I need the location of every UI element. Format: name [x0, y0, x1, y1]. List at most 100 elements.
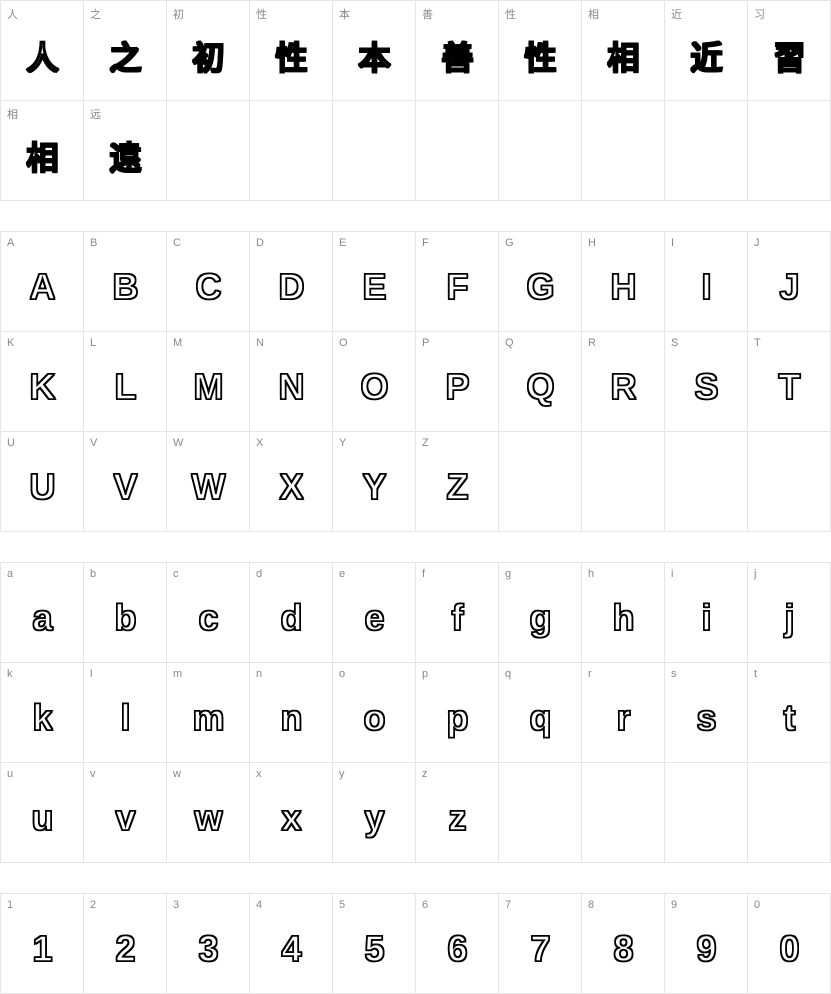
cell-label: o	[339, 668, 345, 680]
glyph-cell: QQ	[499, 332, 582, 432]
cell-label: Q	[505, 337, 514, 349]
cell-label: M	[173, 337, 182, 349]
cell-label: q	[505, 668, 511, 680]
glyph-display: q	[530, 697, 551, 739]
glyph-display: 5	[364, 928, 383, 970]
cell-label: H	[588, 237, 596, 249]
cell-label: 3	[173, 899, 179, 911]
empty-cell	[748, 101, 831, 201]
cell-label: w	[173, 768, 181, 780]
glyph-display: R	[611, 366, 636, 408]
glyph-display: J	[779, 266, 798, 308]
cell-label: 相	[7, 106, 18, 122]
glyph-cell: bb	[84, 563, 167, 663]
empty-cell	[167, 101, 250, 201]
glyph-cell: tt	[748, 663, 831, 763]
cell-label: 习	[754, 6, 765, 22]
cell-label: 7	[505, 899, 511, 911]
cell-label: R	[588, 337, 596, 349]
cell-label: G	[505, 237, 514, 249]
glyph-cell: uu	[1, 763, 84, 863]
glyph-cell: gg	[499, 563, 582, 663]
glyph-cell: 33	[167, 894, 250, 994]
glyph-cell: qq	[499, 663, 582, 763]
glyph-display: b	[115, 597, 136, 639]
cell-label: B	[90, 237, 97, 249]
glyph-cell: 44	[250, 894, 333, 994]
glyph-cell: 55	[333, 894, 416, 994]
glyph-display: S	[694, 366, 717, 408]
glyph-display: 2	[115, 928, 134, 970]
empty-cell	[582, 763, 665, 863]
glyph-display: A	[30, 266, 55, 308]
section-lowercase: aabbccddeeffgghhiijjkkllmmnnooppqqrrsstt…	[0, 562, 831, 863]
section-uppercase: AABBCCDDEEFFGGHHIIJJKKLLMMNNOOPPQQRRSSTT…	[0, 231, 831, 532]
glyph-cell: oo	[333, 663, 416, 763]
cell-label: X	[256, 437, 263, 449]
glyph-display: 6	[447, 928, 466, 970]
cell-label: g	[505, 568, 511, 580]
glyph-display: 人	[26, 33, 57, 79]
cell-label: 8	[588, 899, 594, 911]
cell-label: 相	[588, 6, 599, 22]
glyph-cell: yy	[333, 763, 416, 863]
glyph-cell: 77	[499, 894, 582, 994]
cell-label: y	[339, 768, 345, 780]
glyph-display: o	[364, 697, 385, 739]
glyph-cell: KK	[1, 332, 84, 432]
glyph-display: 遠	[109, 133, 140, 179]
glyph-cell: dd	[250, 563, 333, 663]
glyph-cell: CC	[167, 232, 250, 332]
glyph-display: 善	[441, 33, 472, 79]
glyph-display: u	[32, 797, 53, 839]
cell-label: 1	[7, 899, 13, 911]
glyph-cell: hh	[582, 563, 665, 663]
glyph-cell: YY	[333, 432, 416, 532]
cell-label: 性	[505, 6, 516, 22]
glyph-display: 之	[109, 33, 140, 79]
cell-label: J	[754, 237, 760, 249]
glyph-display: f	[452, 597, 463, 639]
glyph-display: w	[194, 797, 221, 839]
cell-label: 人	[7, 6, 18, 22]
glyph-display: Z	[447, 466, 468, 508]
empty-cell	[748, 432, 831, 532]
glyph-cell: 99	[665, 894, 748, 994]
empty-cell	[582, 432, 665, 532]
cell-label: A	[7, 237, 14, 249]
cell-label: K	[7, 337, 14, 349]
glyph-display: 初	[192, 33, 223, 79]
glyph-display: g	[530, 597, 551, 639]
glyph-display: X	[279, 466, 302, 508]
glyph-cell: 近近	[665, 1, 748, 101]
cell-label: U	[7, 437, 15, 449]
glyph-cell: ll	[84, 663, 167, 763]
glyph-display: K	[30, 366, 55, 408]
glyph-display: j	[784, 597, 793, 639]
cell-label: b	[90, 568, 96, 580]
glyph-display: 7	[530, 928, 549, 970]
glyph-display: v	[115, 797, 134, 839]
section-gap	[0, 863, 831, 893]
cell-label: 4	[256, 899, 262, 911]
glyph-display: 性	[275, 33, 306, 79]
empty-cell	[665, 101, 748, 201]
glyph-cell: ZZ	[416, 432, 499, 532]
cell-label: 远	[90, 106, 101, 122]
glyph-cell: jj	[748, 563, 831, 663]
glyph-display: B	[113, 266, 138, 308]
cell-label: S	[671, 337, 678, 349]
glyph-cell: FF	[416, 232, 499, 332]
glyph-cell: ee	[333, 563, 416, 663]
cell-label: F	[422, 237, 429, 249]
glyph-cell: NN	[250, 332, 333, 432]
glyph-display: D	[279, 266, 304, 308]
glyph-display: 9	[696, 928, 715, 970]
glyph-cell: 性性	[499, 1, 582, 101]
cell-label: e	[339, 568, 345, 580]
glyph-cell: UU	[1, 432, 84, 532]
glyph-display: 本	[358, 33, 389, 79]
glyph-display: p	[447, 697, 468, 739]
glyph-display: H	[611, 266, 636, 308]
glyph-display: T	[779, 366, 800, 408]
